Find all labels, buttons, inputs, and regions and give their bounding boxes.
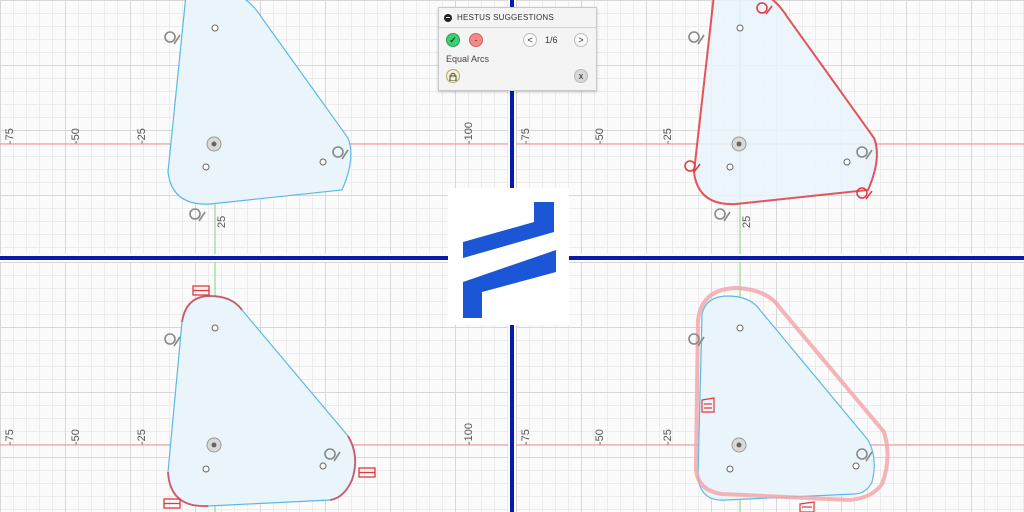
lock-button[interactable] (446, 69, 460, 83)
hestus-logo (448, 188, 569, 325)
chevron-left-icon: < (527, 35, 533, 45)
suggestion-name: Equal Arcs (446, 54, 490, 64)
tick-label: -50 (594, 429, 606, 445)
sketch-point (211, 24, 219, 32)
tick-label: -75 (520, 128, 532, 144)
sketch-point (202, 163, 210, 171)
tick-label: -25 (136, 429, 148, 445)
hestus-suggestions-panel: HESTUS SUGGESTIONS ✓ - < 1/6 > Equal Arc… (438, 7, 597, 91)
reject-suggestion-button[interactable]: - (469, 33, 483, 47)
tangent-constraint-icon (164, 31, 181, 45)
tick-label: -75 (4, 429, 16, 445)
sketch-point (319, 158, 327, 166)
tick-label: -50 (594, 128, 606, 144)
panel-title: HESTUS SUGGESTIONS (457, 13, 554, 22)
tick-label: -25 (662, 429, 674, 445)
sketch-profile (692, 0, 878, 206)
collapse-icon[interactable] (444, 13, 452, 22)
panel-header: HESTUS SUGGESTIONS (439, 8, 596, 28)
equal-constraint-icon (358, 467, 376, 478)
equal-constraint-icon (163, 498, 181, 509)
tick-label: 25 (216, 215, 228, 228)
checkmark-icon: ✓ (449, 34, 457, 45)
minus-icon: - (474, 35, 478, 45)
tick-label: -25 (662, 128, 674, 144)
tick-label: -100 (463, 121, 475, 144)
sketch-canvas[interactable] (0, 0, 508, 254)
suggestion-counter: 1/6 (545, 35, 558, 45)
sketch-profile (167, 0, 352, 205)
sketch-profile (697, 295, 875, 501)
chevron-right-icon: > (578, 35, 584, 45)
tangent-constraint-icon (688, 31, 705, 45)
tick-label: -25 (136, 128, 148, 144)
equal-constraint-icon (192, 285, 210, 296)
sketch-pane-bottom-right[interactable]: -75 -50 -25 (516, 262, 1024, 512)
tangent-constraint-icon (189, 208, 206, 222)
fix-constraint-icon (799, 501, 815, 512)
tangent-constraint-icon (714, 208, 731, 222)
tick-label: -100 (463, 422, 475, 445)
sketch-pane-top-left[interactable]: -75 -50 -25 -100 25 (0, 0, 508, 254)
next-suggestion-button[interactable]: > (574, 33, 588, 47)
previous-suggestion-button[interactable]: < (523, 33, 537, 47)
close-panel-button[interactable]: x (574, 69, 588, 83)
tick-label: -75 (4, 128, 16, 144)
close-icon: x (578, 71, 584, 81)
lock-icon (449, 72, 457, 81)
tick-label: -50 (70, 128, 82, 144)
accept-suggestion-button[interactable]: ✓ (446, 33, 460, 47)
tangent-constraint-icon (164, 333, 181, 347)
sketch-canvas[interactable] (0, 262, 508, 512)
tick-label: -75 (520, 429, 532, 445)
sketch-workspace: -75 -50 -25 -100 25 -75 -50 -25 25 -75 -… (0, 0, 1024, 512)
logo-mark-icon (463, 202, 556, 318)
tick-label: -50 (70, 429, 82, 445)
tick-label: 25 (741, 215, 753, 228)
sketch-canvas[interactable] (516, 262, 1024, 512)
sketch-pane-bottom-left[interactable]: -75 -50 -25 -100 (0, 262, 508, 512)
sketch-profile (167, 295, 356, 507)
